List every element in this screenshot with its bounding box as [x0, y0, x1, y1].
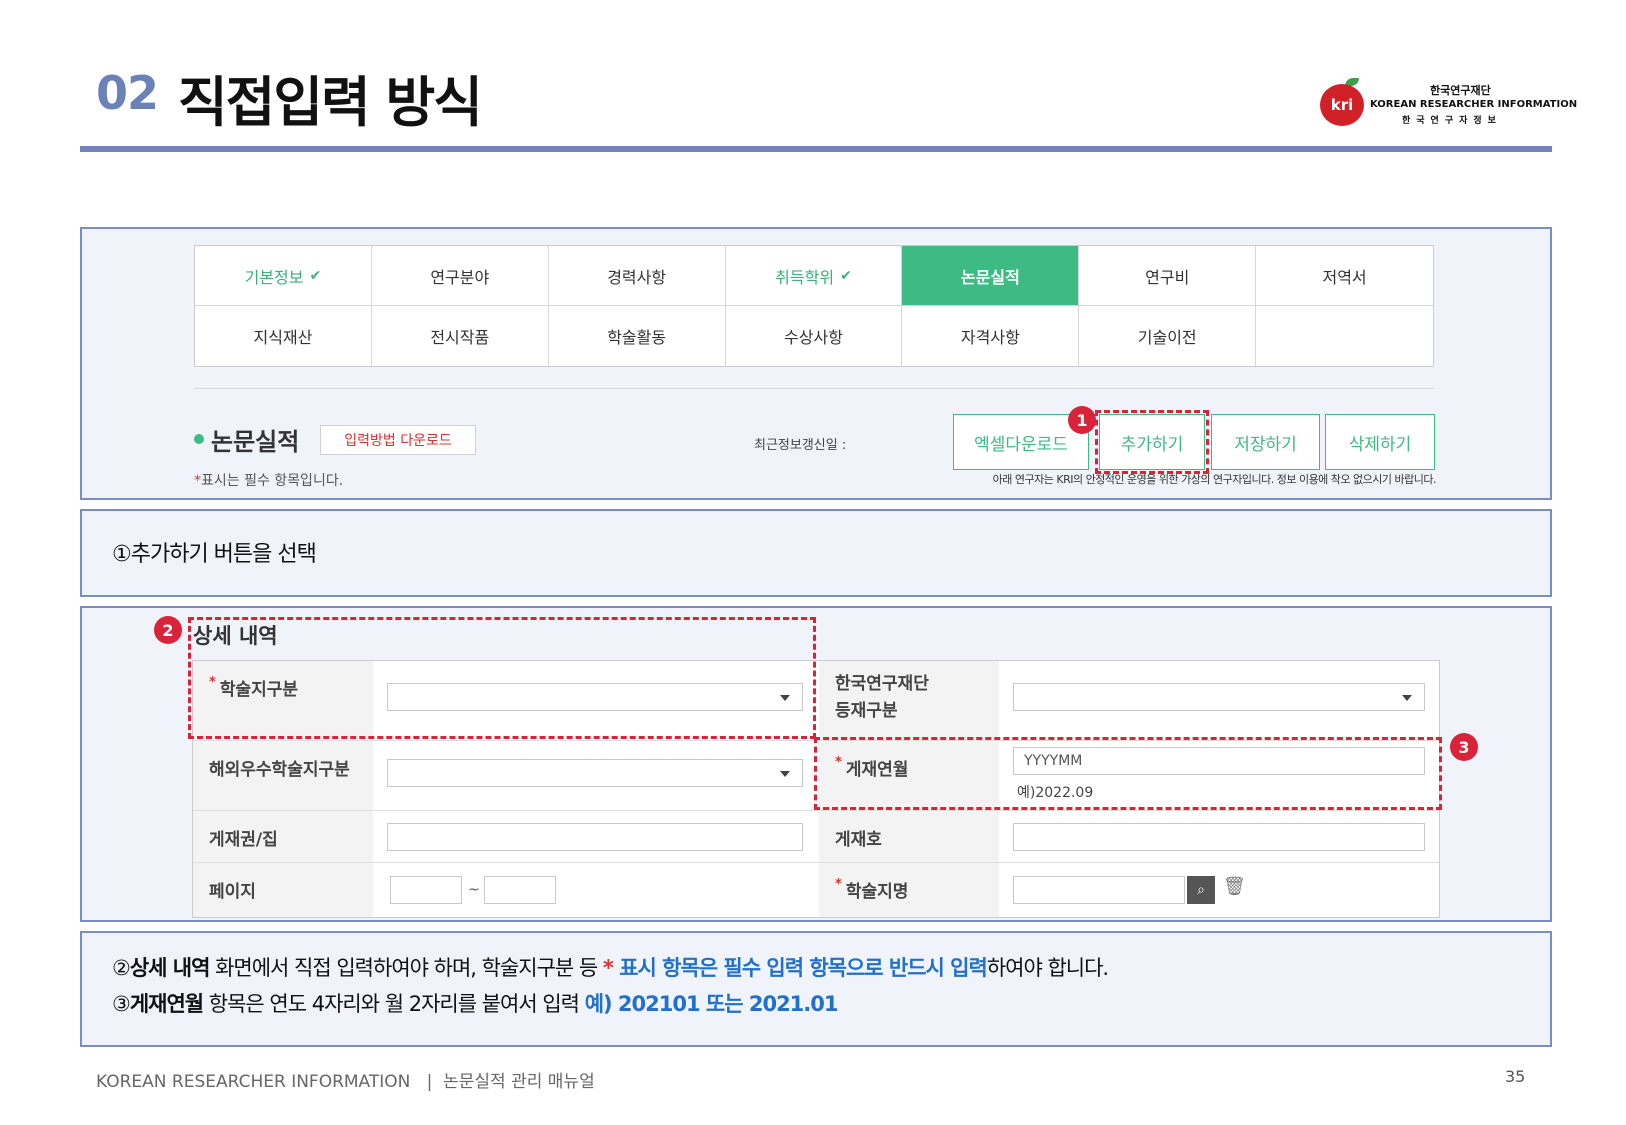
- label-text: 학술지명: [845, 882, 909, 902]
- tab-tech-transfer[interactable]: 기술이전: [1079, 306, 1257, 366]
- tab-research-funds[interactable]: 연구비: [1079, 246, 1257, 306]
- emphasis: 상세 내역: [129, 956, 211, 980]
- label-journal: * 학술지명: [819, 863, 999, 917]
- delete-button[interactable]: 삭제하기: [1325, 414, 1435, 470]
- label-text: 게재권/집: [209, 830, 278, 850]
- tab-label: 취득학위: [775, 267, 835, 287]
- tab-label: 수상사항: [784, 328, 843, 347]
- page-end-input[interactable]: [484, 876, 556, 904]
- step-number: ③: [112, 992, 131, 1016]
- instruction-text: 하여야 합니다.: [986, 956, 1109, 980]
- check-icon: ✔: [840, 267, 852, 284]
- tab-empty: [1256, 306, 1433, 366]
- label-text: 한국연구재단: [835, 674, 929, 694]
- instruction-text: 항목은 연도 4자리와 월 2자리를 붙여서 입력: [203, 992, 585, 1016]
- tab-papers[interactable]: 논문실적: [902, 246, 1080, 306]
- volume-input[interactable]: [387, 823, 803, 851]
- tab-label: 기술이전: [1137, 328, 1197, 347]
- required-star: *: [602, 956, 614, 980]
- tab-certifications[interactable]: 자격사항: [902, 306, 1080, 366]
- required-note: *표시는 필수 항목입니다.: [194, 470, 343, 490]
- check-icon: ✔: [309, 267, 322, 284]
- label-page: 페이지: [193, 863, 373, 917]
- caret-down-icon: [1402, 695, 1412, 701]
- page-title: 직접입력 방식: [178, 71, 483, 134]
- tab-books[interactable]: 저역서: [1256, 246, 1433, 306]
- label-text: 해외우수학술지구분: [209, 760, 350, 780]
- last-update-label: 최근정보갱신일 :: [754, 438, 847, 453]
- tab-label: 연구분야: [430, 267, 490, 287]
- instruction-line-3: ③게재연월 항목은 연도 4자리와 월 2자리를 붙여서 입력 예) 20210…: [112, 988, 838, 1018]
- tab-academic-activity[interactable]: 학술활동: [549, 306, 726, 366]
- tab-label: 자격사항: [960, 328, 1020, 347]
- divider: [194, 388, 1434, 389]
- nrf-type-select[interactable]: [1013, 683, 1425, 711]
- tab-awards[interactable]: 수상사항: [726, 306, 903, 366]
- page-start-input[interactable]: [390, 876, 462, 904]
- category-tabs: 기본정보 ✔ 연구분야 경력사항 취득학위 ✔ 논문실적 연구비 저역서 지식재산 …: [194, 245, 1434, 367]
- label-volume: 게재권/집: [193, 811, 373, 863]
- kri-logo-icon: kri: [1320, 84, 1364, 126]
- page-range-separator: ~: [468, 882, 480, 898]
- logo-org-kr: 한국연구재단: [1430, 84, 1491, 97]
- required-star: *: [194, 473, 201, 489]
- tab-label: 경력사항: [607, 267, 667, 287]
- tab-career[interactable]: 경력사항: [548, 246, 726, 306]
- instruction-text: 화면에서 직접 입력하여야 하며, 학술지구분 등: [209, 956, 603, 980]
- pub-date-highlight: [814, 737, 1442, 810]
- logo-org-en: KOREAN RESEARCHER INFORMATION: [1370, 99, 1578, 110]
- tab-label: 전시작품: [430, 328, 490, 347]
- tab-degree[interactable]: 취득학위 ✔: [725, 246, 903, 306]
- header-rule: [80, 146, 1552, 152]
- detail-required-highlight: [188, 617, 816, 739]
- section-number: 02: [96, 66, 159, 120]
- step-number: ②: [112, 956, 131, 980]
- callout-badge-3: 3: [1450, 733, 1478, 761]
- footer-manual-title: 논문실적 관리 매뉴얼: [443, 1072, 595, 1092]
- logo-org-spaced: 한국연구자정보: [1402, 116, 1502, 126]
- tab-basic-info[interactable]: 기본정보 ✔: [195, 246, 372, 306]
- tab-label: 연구비: [1145, 267, 1190, 287]
- virtual-researcher-note: 아래 연구자는 KRI의 안정적인 운영을 위한 가상의 연구자입니다. 정보 …: [992, 473, 1437, 486]
- label-text: 페이지: [209, 882, 256, 902]
- search-icon[interactable]: ⌕: [1187, 876, 1215, 904]
- tab-ip[interactable]: 지식재산: [195, 306, 372, 366]
- tab-label: 학술활동: [607, 328, 667, 347]
- label-overseas-type: 해외우수학술지구분: [193, 741, 373, 811]
- footer: KOREAN RESEARCHER INFORMATION | 논문실적 관리 …: [96, 1067, 595, 1092]
- label-issue: 게재호: [819, 811, 999, 863]
- callout-badge-2: 2: [154, 616, 182, 644]
- emphasis: 게재연월: [129, 992, 204, 1016]
- section-title: 논문실적: [211, 428, 300, 456]
- overseas-type-select[interactable]: [387, 759, 803, 787]
- step1-instruction: ①추가하기 버튼을 선택: [112, 542, 317, 567]
- instruction-line-2: ②상세 내역 화면에서 직접 입력하여야 하며, 학술지구분 등 * 표시 항목…: [112, 952, 1109, 982]
- footer-separator: |: [426, 1072, 433, 1092]
- tab-label: 논문실적: [960, 267, 1020, 287]
- trash-icon[interactable]: 🗑: [1223, 876, 1246, 897]
- label-nrf-type: 한국연구재단등재구분: [819, 661, 999, 741]
- highlight-text: 표시 항목은 필수 입력 항목으로 반드시 입력: [612, 956, 988, 980]
- tab-exhibitions[interactable]: 전시작품: [372, 306, 549, 366]
- footer-org: KOREAN RESEARCHER INFORMATION: [96, 1072, 411, 1092]
- required-note-text: 표시는 필수 항목입니다.: [201, 473, 344, 489]
- tab-label: 기본정보: [244, 267, 304, 287]
- journal-input[interactable]: [1013, 876, 1185, 904]
- callout-badge-1: 1: [1068, 406, 1096, 434]
- page-number: 35: [1505, 1067, 1526, 1086]
- label-text: 게재호: [835, 830, 882, 850]
- download-method-button[interactable]: 입력방법 다운로드: [320, 425, 476, 455]
- tab-label: 지식재산: [253, 328, 313, 347]
- tab-research-field[interactable]: 연구분야: [371, 246, 549, 306]
- issue-input[interactable]: [1013, 823, 1425, 851]
- add-button-highlight: [1095, 410, 1209, 474]
- required-star: *: [835, 877, 842, 892]
- tab-label: 저역서: [1322, 267, 1367, 287]
- save-button[interactable]: 저장하기: [1211, 414, 1320, 470]
- highlight-text: 예) 202101 또는 2021.01: [584, 992, 839, 1016]
- bullet-icon: [194, 434, 204, 444]
- label-text: 등재구분: [835, 701, 898, 721]
- caret-down-icon: [780, 771, 790, 777]
